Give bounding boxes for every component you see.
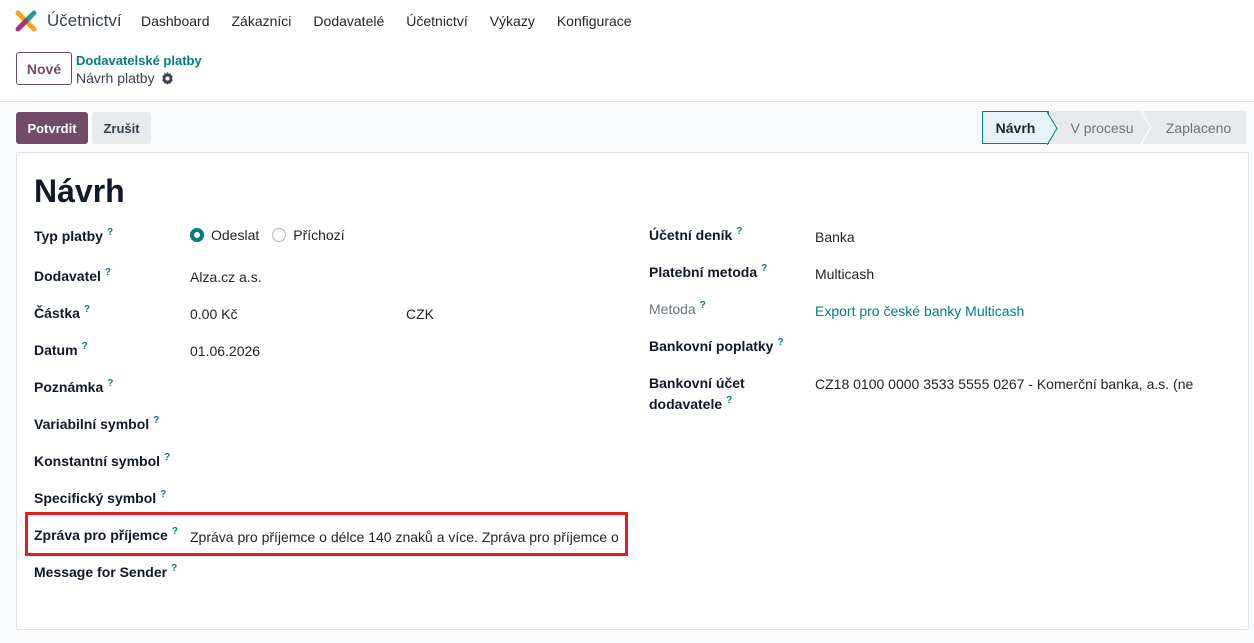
menu-item-dashboard[interactable]: Dashboard	[141, 13, 210, 29]
help-icon[interactable]: ?	[164, 452, 170, 463]
stage-draft[interactable]: Návrh	[982, 111, 1058, 145]
specific-symbol-label: Specifický symbol?	[34, 489, 166, 506]
journal-label-text: Účetní deník	[649, 227, 733, 243]
currency-field[interactable]: CZK	[406, 306, 434, 322]
help-icon[interactable]: ?	[153, 415, 159, 426]
new-button[interactable]: Nové	[16, 52, 72, 85]
cancel-button[interactable]: Zrušit	[92, 112, 151, 144]
top-navbar: Účetnictví Dashboard Zákazníci Dodavatel…	[0, 0, 1254, 42]
payment-type-label-text: Typ platby	[34, 228, 103, 244]
message-sender-label: Message for Sender?	[34, 563, 177, 580]
date-label: Datum?	[34, 341, 88, 358]
method-label: Metoda?	[649, 300, 706, 317]
payment-method-label-text: Platební metoda	[649, 264, 758, 280]
bank-account-label-line2: dodavatele?	[649, 395, 732, 412]
message-recipient-label: Zpráva pro příjemce?	[34, 526, 178, 543]
breadcrumb-current: Návrh platby	[76, 70, 174, 86]
variable-symbol-label-text: Variabilní symbol	[34, 416, 150, 432]
supplier-label-text: Dodavatel	[34, 268, 101, 284]
action-status-row: Potvrdit Zrušit Návrh V procesu Zaplacen…	[0, 103, 1254, 152]
control-panel: Nové Dodavatelské platby Návrh platby	[0, 42, 1254, 102]
radio-incoming[interactable]	[272, 228, 287, 242]
radio-send-label[interactable]: Odeslat	[211, 227, 259, 243]
menu-item-suppliers[interactable]: Dodavatelé	[313, 13, 384, 29]
journal-label: Účetní deník?	[649, 226, 742, 243]
supplier-field[interactable]: Alza.cz a.s.	[190, 269, 262, 285]
menu-item-customers[interactable]: Zákazníci	[232, 13, 292, 29]
bank-fees-label: Bankovní poplatky?	[649, 337, 784, 354]
variable-symbol-label: Variabilní symbol?	[34, 415, 159, 432]
stage-paid[interactable]: Zaplaceno	[1142, 111, 1246, 144]
payment-type-label: Typ platby?	[34, 227, 113, 244]
record-title: Návrh	[34, 173, 125, 209]
bank-account-label-line2-text: dodavatele	[649, 396, 723, 412]
note-label-text: Poznámka	[34, 379, 104, 395]
amount-label: Částka?	[34, 304, 90, 321]
method-label-text: Metoda	[649, 301, 696, 317]
payment-method-label: Platební metoda?	[649, 263, 767, 280]
constant-symbol-label: Konstantní symbol?	[34, 452, 170, 469]
method-link[interactable]: Export pro české banky Multicash	[815, 303, 1024, 319]
amount-label-text: Částka	[34, 305, 80, 321]
app-logo-icon[interactable]	[15, 10, 37, 32]
gear-icon[interactable]	[161, 71, 174, 85]
radio-send[interactable]	[190, 228, 204, 242]
bank-fees-label-text: Bankovní poplatky	[649, 338, 774, 354]
supplier-label: Dodavatel?	[34, 267, 111, 284]
help-icon[interactable]: ?	[82, 341, 88, 352]
stage-paid-label: Zaplaceno	[1165, 119, 1232, 136]
help-icon[interactable]: ?	[777, 337, 783, 348]
status-bar: Návrh V procesu Zaplaceno	[982, 111, 1246, 145]
payment-type-radio: Odeslat Příchozí	[190, 227, 352, 243]
menu-item-configuration[interactable]: Konfigurace	[557, 13, 632, 29]
help-icon[interactable]: ?	[107, 378, 113, 389]
stage-arrow-icon	[1141, 111, 1152, 144]
confirm-button[interactable]: Potvrdit	[16, 112, 88, 144]
help-icon[interactable]: ?	[700, 300, 706, 311]
app-name[interactable]: Účetnictví	[47, 11, 122, 31]
help-icon[interactable]: ?	[726, 395, 732, 406]
help-icon[interactable]: ?	[105, 267, 111, 278]
menu-item-reports[interactable]: Výkazy	[490, 13, 535, 29]
note-label: Poznámka?	[34, 378, 113, 395]
help-icon[interactable]: ?	[736, 226, 742, 237]
stage-arrow-icon	[1047, 112, 1058, 145]
bank-account-label-line1: Bankovní účet	[649, 375, 745, 391]
stage-in-process[interactable]: V procesu	[1049, 111, 1152, 144]
message-recipient-field[interactable]: Zpráva pro příjemce o délce 140 znaků a …	[190, 529, 618, 545]
message-sender-label-text: Message for Sender	[34, 564, 168, 580]
bank-account-field[interactable]: CZ18 0100 0000 3533 5555 0267 - Komerční…	[815, 376, 1193, 392]
help-icon[interactable]: ?	[160, 489, 166, 500]
help-icon[interactable]: ?	[107, 227, 113, 238]
help-icon[interactable]: ?	[172, 526, 178, 537]
help-icon[interactable]: ?	[761, 263, 767, 274]
amount-field[interactable]: 0.00 Kč	[190, 306, 237, 322]
help-icon[interactable]: ?	[171, 563, 177, 574]
menu-item-accounting[interactable]: Účetnictví	[406, 13, 467, 29]
constant-symbol-label-text: Konstantní symbol	[34, 453, 161, 469]
stage-in-process-label: V procesu	[1070, 119, 1134, 136]
journal-field[interactable]: Banka	[815, 229, 855, 245]
date-field[interactable]: 01.06.2026	[190, 343, 260, 359]
stage-draft-label: Návrh	[995, 119, 1036, 136]
breadcrumb-parent[interactable]: Dodavatelské platby	[76, 53, 202, 68]
payment-method-field[interactable]: Multicash	[815, 266, 874, 282]
breadcrumb-current-label: Návrh platby	[76, 70, 155, 86]
date-label-text: Datum	[34, 342, 78, 358]
help-icon[interactable]: ?	[84, 304, 90, 315]
radio-incoming-label[interactable]: Příchozí	[293, 227, 344, 243]
form-sheet: Návrh Typ platby? Odeslat Příchozí Dodav…	[16, 152, 1249, 630]
specific-symbol-label-text: Specifický symbol	[34, 490, 157, 506]
message-recipient-label-text: Zpráva pro příjemce	[34, 527, 168, 543]
main-menu: Dashboard Zákazníci Dodavatelé Účetnictv…	[141, 13, 654, 29]
